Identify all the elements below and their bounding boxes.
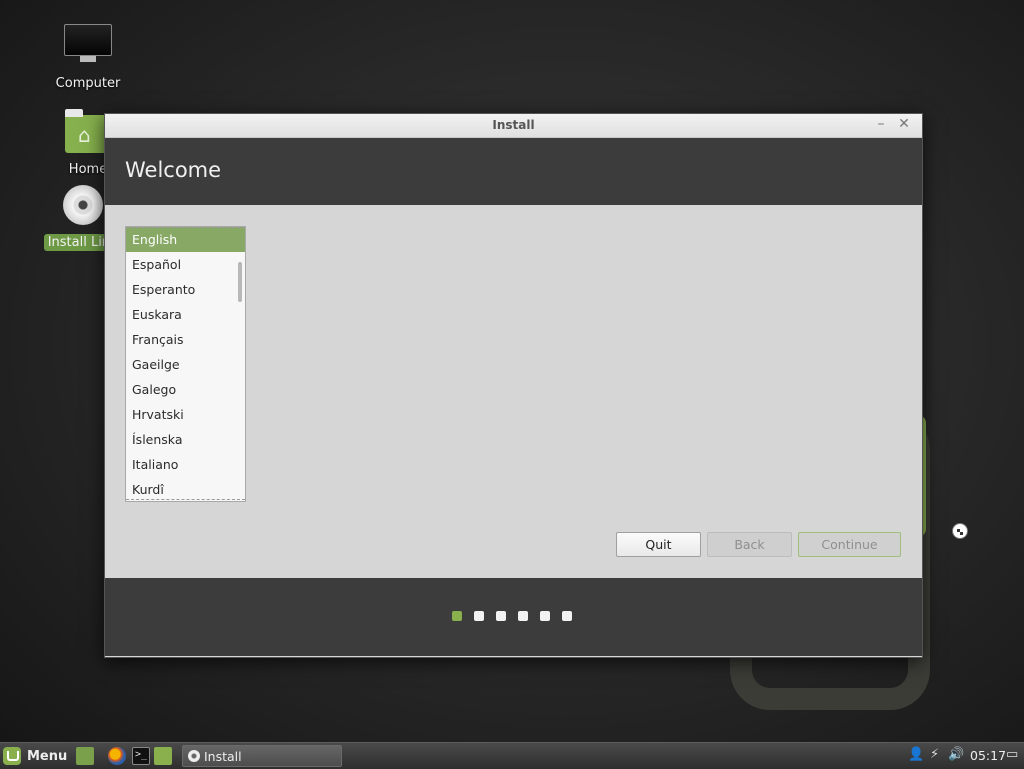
network-icon[interactable]: ⚡ — [930, 747, 939, 762]
step-dot — [474, 611, 484, 621]
step-dot — [518, 611, 528, 621]
window-title: Install — [492, 118, 535, 132]
computer-icon — [64, 24, 112, 62]
clock[interactable]: 05:17 — [970, 748, 1006, 763]
list-item[interactable]: Esperanto — [126, 277, 245, 302]
taskbar: Menu >_ Install 👤 ⚡ 🔊 05:17 ▭ — [0, 742, 1024, 769]
step-dot — [452, 611, 462, 621]
list-item[interactable]: Español — [126, 252, 245, 277]
list-item[interactable]: Italiano — [126, 452, 245, 477]
list-scrollbar[interactable] — [238, 262, 242, 302]
page-title: Welcome — [125, 158, 222, 182]
list-bottom-edge — [126, 499, 245, 500]
content-area: English Español Esperanto Euskara França… — [105, 205, 922, 578]
files-icon[interactable] — [154, 747, 172, 765]
firefox-icon[interactable] — [108, 747, 126, 765]
taskbar-window-install[interactable]: Install — [182, 745, 342, 767]
desktop-icon-computer[interactable]: Computer — [33, 24, 143, 92]
list-item[interactable]: Galego — [126, 377, 245, 402]
list-top-edge — [126, 227, 245, 228]
install-window: Install – ✕ Welcome English Español Espe… — [104, 113, 923, 658]
step-indicator — [452, 611, 572, 621]
show-desktop-icon[interactable] — [76, 747, 94, 765]
language-list[interactable]: English Español Esperanto Euskara França… — [125, 226, 246, 502]
list-item[interactable]: Íslenska — [126, 427, 245, 452]
cd-icon — [188, 750, 200, 762]
close-icon[interactable]: ✕ — [895, 116, 913, 132]
list-item[interactable]: Français — [126, 327, 245, 352]
menu-label: Menu — [27, 748, 68, 764]
cd-icon — [63, 185, 103, 225]
list-item[interactable]: Hrvatski — [126, 402, 245, 427]
step-dot — [562, 611, 572, 621]
terminal-icon[interactable]: >_ — [132, 747, 150, 765]
minimize-icon[interactable]: – — [872, 116, 890, 132]
mouse-cursor-icon — [952, 523, 968, 539]
mint-logo-icon — [3, 747, 21, 765]
progress-footer — [105, 578, 922, 656]
volume-icon[interactable]: 🔊 — [948, 747, 964, 762]
menu-button[interactable]: Menu — [3, 746, 67, 766]
back-button[interactable]: Back — [707, 532, 792, 557]
task-label: Install — [204, 748, 242, 764]
user-icon[interactable]: 👤 — [908, 747, 924, 762]
desktop-icon-label: Computer — [55, 76, 121, 91]
continue-button[interactable]: Continue — [798, 532, 901, 557]
list-item[interactable]: Gaeilge — [126, 352, 245, 377]
step-dot — [496, 611, 506, 621]
list-item[interactable]: Euskara — [126, 302, 245, 327]
display-icon[interactable]: ▭ — [1006, 747, 1018, 762]
list-item[interactable]: English — [126, 227, 245, 252]
quit-button[interactable]: Quit — [616, 532, 701, 557]
page-header: Welcome — [105, 138, 922, 205]
step-dot — [540, 611, 550, 621]
window-titlebar[interactable]: Install – ✕ — [105, 114, 922, 138]
